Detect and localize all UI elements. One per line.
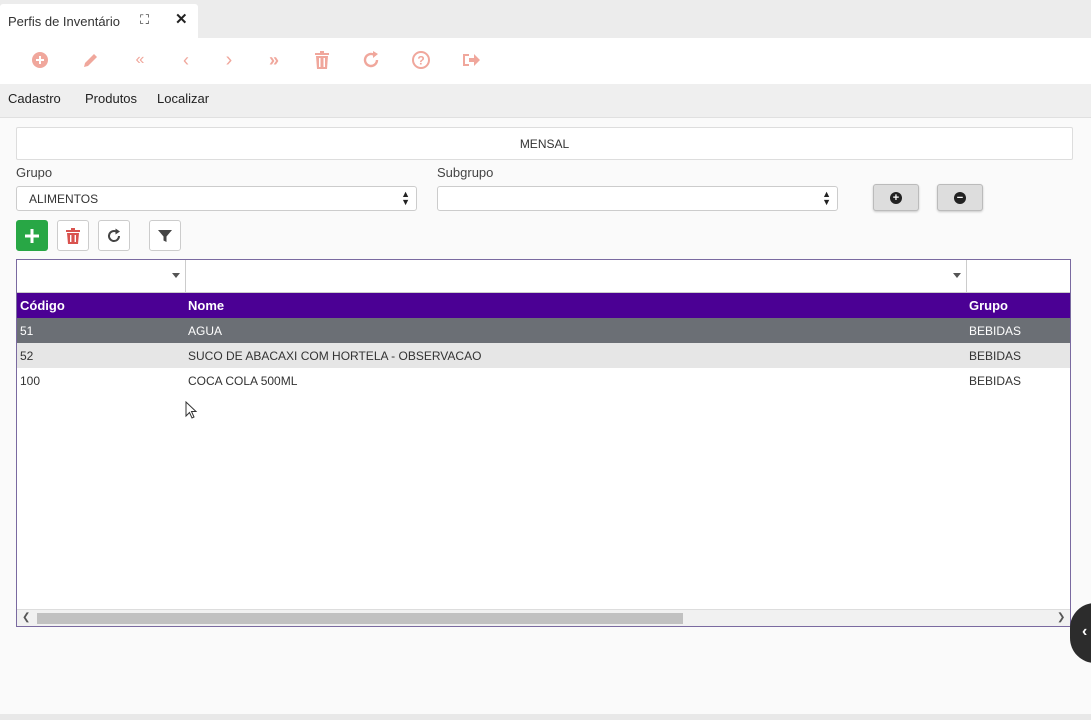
menu-produtos[interactable]: Produtos [85, 91, 137, 106]
table-row[interactable]: 51 AGUA BEBIDAS [17, 318, 1070, 343]
cell-codigo: 100 [20, 374, 41, 388]
refresh-icon [108, 228, 121, 242]
next-icon[interactable]: › [217, 48, 241, 72]
select-arrows-icon: ▲ ▼ [401, 189, 410, 207]
table-row[interactable]: 52 SUCO DE ABACAXI COM HORTELA - OBSERVA… [17, 343, 1070, 368]
first-icon[interactable]: « [128, 48, 152, 72]
mouse-cursor-icon [185, 401, 198, 419]
svg-text:?: ? [417, 54, 424, 68]
expand-icon[interactable]: ⛶ [140, 12, 149, 28]
grupo-value: ALIMENTOS [29, 191, 99, 206]
products-grid: Código Nome Grupo 51 AGUA BEBIDAS 52 SUC… [16, 259, 1071, 627]
add-circle-icon[interactable] [28, 48, 52, 72]
plus-circle-icon: + [890, 191, 902, 204]
tab-perfis-inventario[interactable]: Perfis de Inventário ⛶ ✕ [0, 4, 198, 38]
grid-filter-row [17, 260, 1070, 293]
scroll-right-icon[interactable]: ❯ [1057, 612, 1065, 623]
cell-codigo: 52 [20, 349, 34, 363]
footer-line [0, 714, 1091, 720]
cell-nome: AGUA [188, 324, 223, 338]
exit-icon[interactable] [459, 48, 483, 72]
delete-icon[interactable] [310, 48, 334, 72]
help-icon[interactable]: ? [409, 48, 433, 72]
cell-grupo: BEBIDAS [969, 324, 1022, 338]
grupo-select[interactable]: ALIMENTOS ▲ ▼ [16, 186, 417, 211]
minus-circle-icon: − [954, 191, 966, 204]
period-field[interactable]: MENSAL [16, 127, 1073, 160]
filter-grupo[interactable] [967, 260, 1070, 293]
last-icon[interactable]: » [262, 48, 286, 72]
filter-icon [158, 229, 172, 242]
subgrupo-label: Subgrupo [437, 165, 494, 180]
cell-grupo: BEBIDAS [969, 374, 1022, 388]
dropdown-arrow-icon [172, 273, 180, 278]
add-subgroup-button[interactable]: + [873, 184, 919, 211]
filter-codigo[interactable] [17, 260, 186, 293]
header-nome[interactable]: Nome [188, 298, 224, 313]
filter-button[interactable] [149, 220, 181, 251]
scroll-left-icon[interactable]: ❮ [22, 612, 30, 623]
grid-header: Código Nome Grupo [17, 293, 1070, 318]
add-item-button[interactable] [16, 220, 48, 251]
menu-cadastro[interactable]: Cadastro [8, 91, 61, 106]
header-codigo[interactable]: Código [20, 298, 65, 313]
main-content: MENSAL Grupo ALIMENTOS ▲ ▼ Subgrupo ▲ ▼ + … [0, 118, 1091, 716]
plus-icon [25, 228, 39, 243]
grupo-label: Grupo [16, 165, 53, 180]
select-arrows-icon: ▲ ▼ [822, 189, 831, 207]
close-icon[interactable]: ✕ [175, 10, 188, 28]
refresh-grid-button[interactable] [98, 220, 130, 251]
cell-nome: COCA COLA 500ML [188, 374, 298, 388]
menu-localizar[interactable]: Localizar [157, 91, 209, 106]
horizontal-scrollbar[interactable]: ❮ ❯ [17, 609, 1070, 626]
tab-bar: Perfis de Inventário ⛶ ✕ [0, 0, 1091, 38]
dropdown-arrow-icon [953, 273, 961, 278]
chevron-left-icon: ‹ [1082, 623, 1088, 640]
trash-icon [66, 227, 80, 244]
delete-item-button[interactable] [57, 220, 89, 251]
cell-nome: SUCO DE ABACAXI COM HORTELA - OBSERVACAO [188, 349, 482, 363]
filter-nome[interactable] [186, 260, 967, 293]
subgrupo-select[interactable]: ▲ ▼ [437, 186, 838, 211]
cell-grupo: BEBIDAS [969, 349, 1022, 363]
edit-pencil-icon[interactable] [79, 48, 103, 72]
previous-icon[interactable]: ‹ [174, 48, 198, 72]
refresh-icon[interactable] [359, 48, 383, 72]
scroll-thumb[interactable] [37, 613, 683, 624]
cell-codigo: 51 [20, 324, 34, 338]
header-grupo[interactable]: Grupo [969, 298, 1008, 313]
menu-bar: Cadastro Produtos Localizar [0, 84, 1091, 118]
tab-title: Perfis de Inventário [8, 13, 121, 29]
table-row[interactable]: 100 COCA COLA 500ML BEBIDAS [17, 368, 1070, 393]
remove-subgroup-button[interactable]: − [937, 184, 983, 211]
toolbar: « ‹ › » ? [0, 38, 1091, 84]
